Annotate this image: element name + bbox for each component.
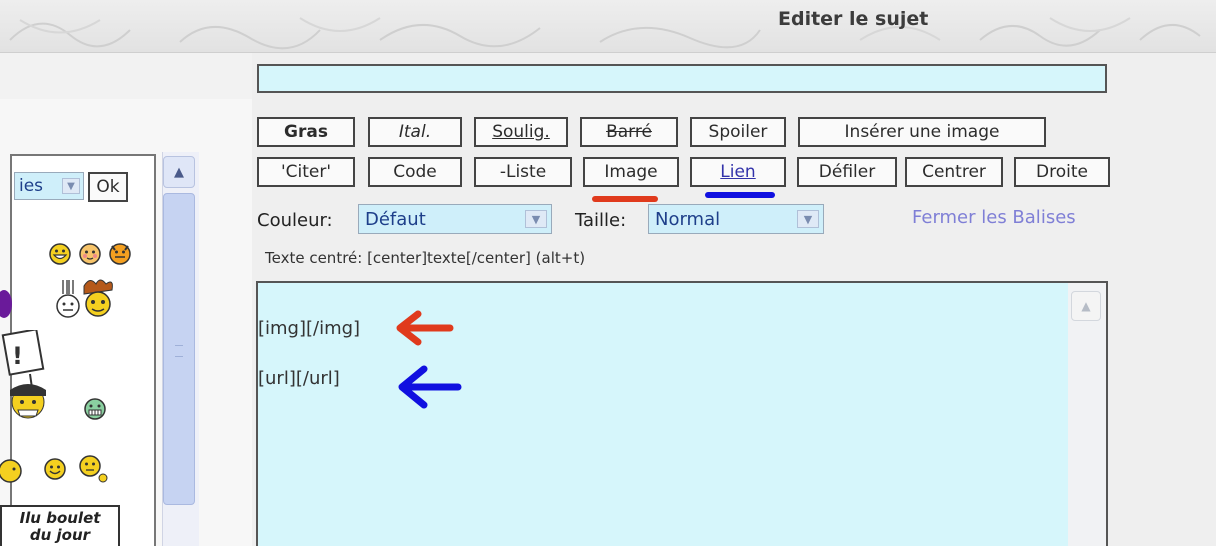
- scroll-button-label: Défiler: [818, 162, 876, 182]
- blue-arrow-icon: [398, 365, 462, 409]
- header-decoration: [9, 17, 1201, 50]
- scroll-up-icon[interactable]: ▲: [1071, 291, 1101, 321]
- banner-line-2: du jour: [29, 526, 91, 544]
- crazy-hair-smiley-icon[interactable]: [78, 276, 118, 326]
- waving-smiley-icon[interactable]: [76, 452, 110, 486]
- quote-button-label: 'Citer': [280, 162, 332, 182]
- scroll-up-icon[interactable]: ▲: [163, 156, 195, 188]
- spoiler-button[interactable]: Spoiler: [690, 117, 786, 147]
- hint-text: Texte centré: [center]texte[/center] (al…: [265, 249, 586, 267]
- grimace-smiley-icon[interactable]: [82, 396, 108, 422]
- right-align-button[interactable]: Droite: [1014, 157, 1110, 187]
- page-title: Editer le sujet: [778, 8, 929, 30]
- blush-smiley-icon[interactable]: [78, 242, 102, 266]
- boulet-du-jour-banner[interactable]: Ilu boulet du jour: [0, 505, 120, 546]
- devil-smiley-icon[interactable]: [107, 240, 133, 266]
- list-button-label: -Liste: [499, 162, 547, 182]
- message-textarea[interactable]: [256, 281, 1108, 546]
- image-button[interactable]: Image: [583, 157, 679, 187]
- link-underline-annotation: [705, 192, 775, 198]
- center-button[interactable]: Centrer: [905, 157, 1003, 187]
- subject-input[interactable]: [257, 64, 1107, 93]
- red-arrow-icon: [396, 310, 454, 346]
- close-tags-link[interactable]: Fermer les Balises: [912, 207, 1076, 228]
- underline-button-label: Soulig.: [492, 122, 550, 142]
- bold-button-label: Gras: [284, 122, 328, 142]
- insert-image-button-label: Insérer une image: [844, 122, 1000, 142]
- link-button[interactable]: Lien: [690, 157, 786, 187]
- page-header: Editer le sujet: [0, 0, 1216, 53]
- color-label: Couleur:: [257, 210, 333, 231]
- strike-button[interactable]: Barré: [580, 117, 678, 147]
- editor-line-url: [url][/url]: [258, 368, 340, 389]
- italic-button[interactable]: Ital.: [368, 117, 462, 147]
- editor-line-img: [img][/img]: [258, 318, 361, 339]
- smiley-ok-label: Ok: [96, 177, 120, 197]
- color-select[interactable]: Défaut ▼: [358, 204, 552, 234]
- image-underline-annotation: [592, 196, 658, 202]
- scrollbar-grip-icon: [175, 345, 183, 357]
- size-select[interactable]: Normal ▼: [648, 204, 824, 234]
- list-button[interactable]: -Liste: [474, 157, 572, 187]
- scroll-button[interactable]: Défiler: [797, 157, 897, 187]
- right-align-button-label: Droite: [1036, 162, 1088, 182]
- smiley-ok-button[interactable]: Ok: [88, 172, 128, 202]
- bold-button[interactable]: Gras: [257, 117, 355, 147]
- image-button-label: Image: [604, 162, 658, 182]
- sign-smiley-icon[interactable]: !: [0, 330, 62, 440]
- center-button-label: Centrer: [922, 162, 986, 182]
- code-button-label: Code: [393, 162, 437, 182]
- banner-line-1: Ilu boulet: [19, 509, 101, 527]
- grin-smiley-icon[interactable]: [48, 242, 72, 266]
- italic-button-label: Ital.: [398, 122, 432, 142]
- smiley-category-select[interactable]: ies ▼: [14, 172, 84, 200]
- svg-text:!: !: [12, 342, 23, 370]
- color-select-value: Défaut: [365, 208, 426, 230]
- quote-button[interactable]: 'Citer': [257, 157, 355, 187]
- smile-smiley-icon[interactable]: [42, 456, 68, 482]
- left-strip: [0, 53, 252, 99]
- link-button-label: Lien: [720, 162, 756, 182]
- size-select-value: Normal: [655, 208, 721, 230]
- chevron-down-icon[interactable]: ▼: [525, 210, 547, 228]
- underline-button[interactable]: Soulig.: [474, 117, 568, 147]
- size-label: Taille:: [575, 210, 627, 231]
- insert-image-button[interactable]: Insérer une image: [798, 117, 1046, 147]
- chevron-down-icon[interactable]: ▼: [797, 210, 819, 228]
- strike-button-label: Barré: [606, 122, 652, 142]
- chevron-down-icon[interactable]: ▼: [62, 178, 80, 194]
- code-button[interactable]: Code: [368, 157, 462, 187]
- smiley-category-value: ies: [19, 176, 44, 196]
- textarea-scrollbar[interactable]: [1068, 283, 1106, 546]
- partial-smiley-icon[interactable]: [0, 456, 30, 486]
- purple-smiley-icon[interactable]: [0, 284, 16, 324]
- spoiler-button-label: Spoiler: [708, 122, 768, 142]
